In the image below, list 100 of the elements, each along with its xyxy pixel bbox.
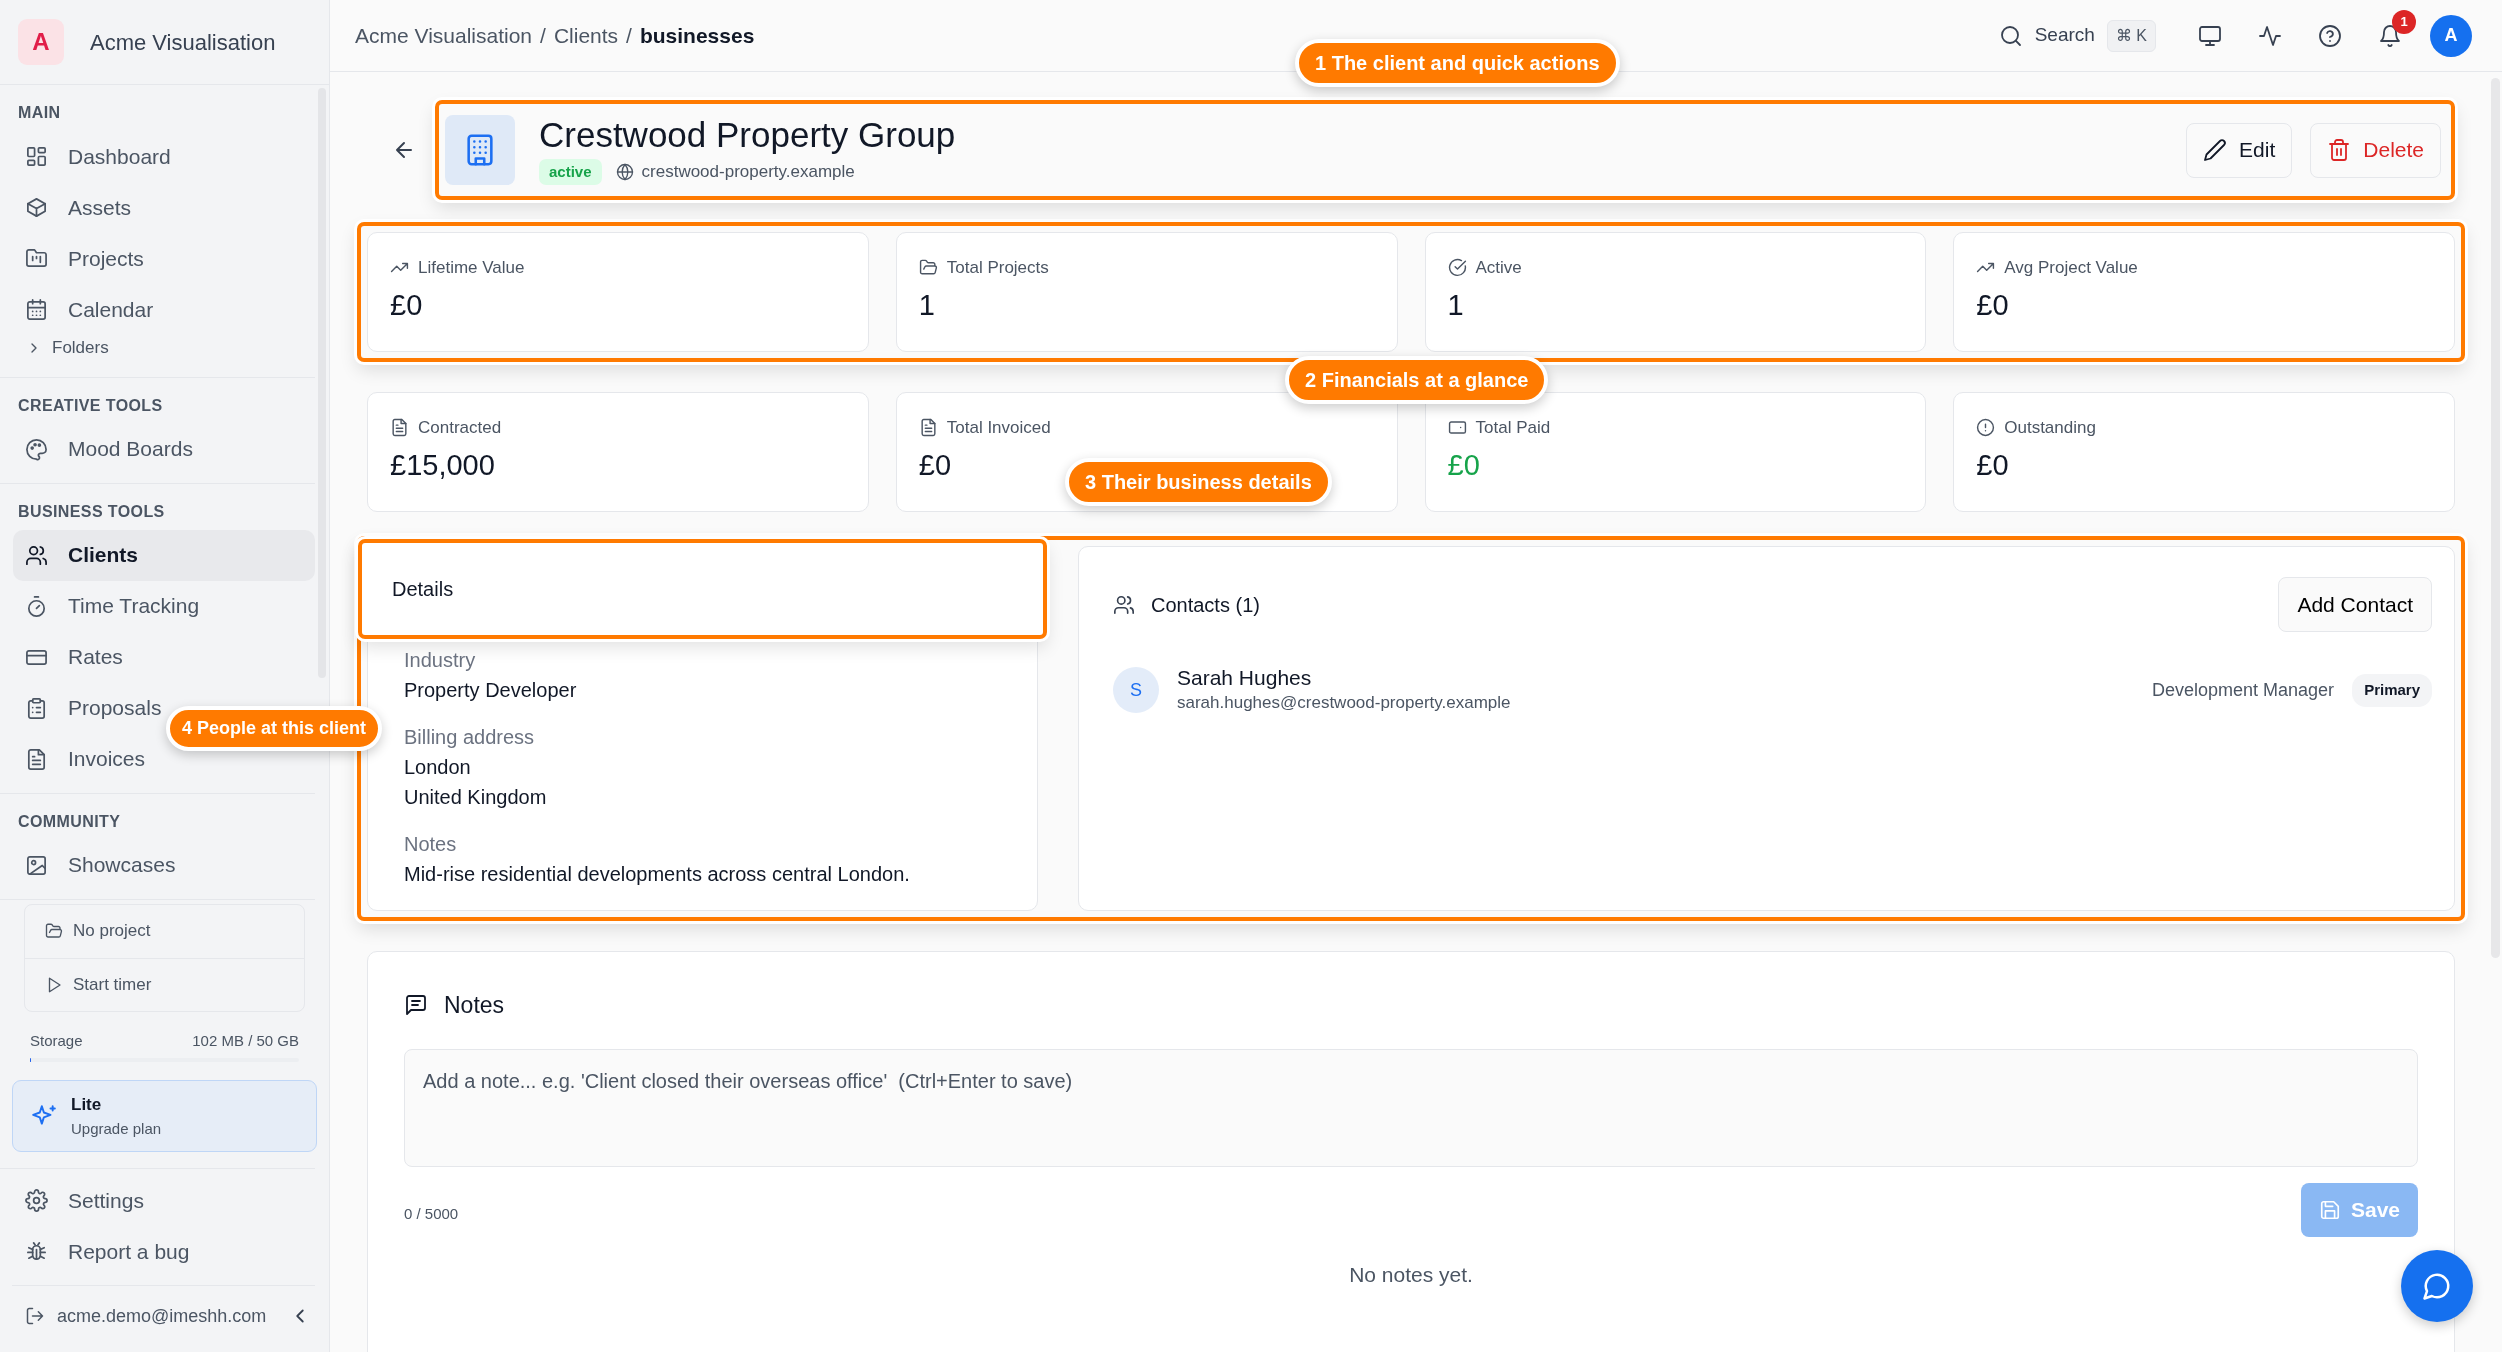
tour-tooltip: 2 Financials at a glance: [1285, 356, 1549, 404]
website-link[interactable]: crestwood-property.example: [641, 159, 855, 185]
contacts-title: Contacts (1): [1151, 592, 1261, 618]
stat-label: Avg Project Value: [2004, 257, 2138, 279]
sidebar-item[interactable]: Clients: [13, 529, 315, 581]
settings-icon: [25, 1189, 48, 1212]
sidebar-item[interactable]: Calendar: [13, 284, 315, 335]
stat-label: Total Paid: [1475, 417, 1551, 439]
contact-avatar: S: [1113, 667, 1159, 714]
stat-label: Lifetime Value: [418, 257, 525, 279]
primary-tag: Primary: [2352, 674, 2432, 707]
pencil-icon: [2203, 138, 2228, 162]
logout-icon: [25, 1306, 45, 1326]
sidebar-item[interactable]: Settings: [13, 1175, 315, 1226]
notes-title: Notes: [444, 991, 505, 1020]
search-button[interactable]: Search ⌘ K: [1992, 18, 2162, 53]
edit-button[interactable]: Edit: [2186, 122, 2293, 178]
folder-icon: [45, 922, 63, 940]
chat-icon: [2422, 1271, 2452, 1301]
client-name: Crestwood Property Group: [539, 114, 957, 155]
shortcut-hint: ⌘ K: [2106, 19, 2156, 52]
tour-tooltip: 1 The client and quick actions: [1295, 39, 1620, 87]
message-icon: [404, 993, 428, 1018]
breadcrumb-current: businesses: [639, 22, 755, 49]
contact-role: Development Manager: [2152, 678, 2335, 702]
section-label: COMMUNITY: [17, 811, 122, 832]
grid-icon: [25, 145, 48, 168]
stat-label: Total Projects: [946, 257, 1049, 279]
stat-label: Active: [1475, 257, 1522, 279]
app-name: Acme Visualisation: [90, 28, 276, 57]
save-icon: [2318, 1198, 2341, 1221]
section-label: MAIN: [17, 103, 62, 123]
breadcrumb-link[interactable]: Clients: [553, 19, 619, 52]
stopwatch-icon: [25, 594, 48, 618]
field-value: Property Developer: [404, 678, 578, 703]
upgrade-plan-card[interactable]: Lite Upgrade plan: [12, 1080, 317, 1152]
note-field[interactable]: Add a note... e.g. 'Client closed their overseas office' (Ctrl+Enter to save): [404, 1048, 2418, 1167]
sidebar-item[interactable]: Rates: [13, 631, 315, 683]
start-timer-button[interactable]: Start timer: [25, 957, 304, 1011]
account-email[interactable]: acme.demo@imeshh.com: [57, 1302, 273, 1330]
search-icon: [1998, 23, 2023, 48]
stat-value: £15,000: [390, 447, 495, 483]
storage-label: Storage: [30, 1030, 83, 1051]
status-badge: active: [539, 158, 602, 186]
sidebar-item[interactable]: Dashboard: [13, 131, 315, 182]
breadcrumb-link[interactable]: Acme Visualisation: [355, 19, 533, 52]
field-value: Mid-rise residential developments across central London.: [404, 862, 911, 887]
pulse-icon: [2258, 23, 2282, 48]
field-label: Industry: [404, 648, 477, 673]
stat-value: 1: [1447, 287, 1464, 323]
check-circle-icon: [1447, 258, 1467, 278]
sidebar-item[interactable]: Mood Boards: [13, 423, 315, 475]
field-value: United Kingdom: [404, 785, 548, 810]
field-value: London: [404, 755, 472, 780]
building-icon: [445, 115, 515, 185]
section-label: CREATIVE TOOLS: [17, 395, 164, 416]
monitor-icon: [2198, 23, 2222, 48]
image-icon: [25, 853, 48, 877]
details-heading: Details: [358, 539, 1047, 639]
document-icon: [918, 418, 938, 438]
stat-value: £0: [1976, 287, 2009, 323]
sidebar-item[interactable]: Projects: [13, 233, 315, 284]
delete-button[interactable]: Delete: [2310, 122, 2441, 178]
document-icon: [25, 747, 48, 771]
palette-icon: [25, 437, 48, 461]
stat-label: Outstanding: [2004, 417, 2096, 439]
stat-value: £0: [1447, 447, 1480, 483]
help-icon: [2318, 23, 2342, 48]
stat-label: Contracted: [418, 417, 502, 439]
logo-mark: A: [18, 19, 64, 65]
breadcrumb-separator: /: [626, 22, 632, 49]
globe-icon: [615, 163, 634, 182]
document-icon: [390, 418, 409, 438]
sidebar-item[interactable]: Assets: [13, 182, 315, 233]
character-counter: 0 / 5000: [404, 1203, 459, 1224]
trash-icon: [2327, 138, 2352, 162]
cube-icon: [25, 196, 48, 219]
clipboard-icon: [25, 696, 48, 720]
add-contact-button[interactable]: Add Contact: [2278, 577, 2432, 632]
people-icon: [25, 543, 48, 567]
contact-email: sarah.hughes@crestwood-property.example: [1177, 692, 1512, 715]
stat-value: £0: [1976, 447, 2009, 483]
stat-value: £0: [918, 447, 951, 483]
sidebar-item[interactable]: Showcases: [13, 839, 315, 891]
bug-icon: [25, 1240, 48, 1263]
alert-icon: [1976, 418, 1996, 438]
sidebar-item[interactable]: Time Tracking: [13, 580, 315, 632]
people-icon: [1113, 593, 1135, 616]
empty-notes-message: No notes yet.: [1349, 1262, 1473, 1286]
user-avatar[interactable]: A: [2430, 14, 2472, 57]
calendar-icon: [25, 298, 48, 321]
field-label: Billing address: [404, 725, 536, 750]
bell-icon: [2378, 23, 2402, 48]
sidebar-item[interactable]: Report a bug: [13, 1226, 315, 1277]
contact-name: Sarah Hughes: [1177, 665, 1313, 691]
stat-label: Total Invoiced: [946, 417, 1051, 439]
project-picker[interactable]: No project: [25, 904, 304, 958]
folder-icon: [918, 258, 938, 278]
storage-reading: 102 MB / 50 GB: [192, 1030, 299, 1051]
folder-icon: [25, 247, 48, 270]
